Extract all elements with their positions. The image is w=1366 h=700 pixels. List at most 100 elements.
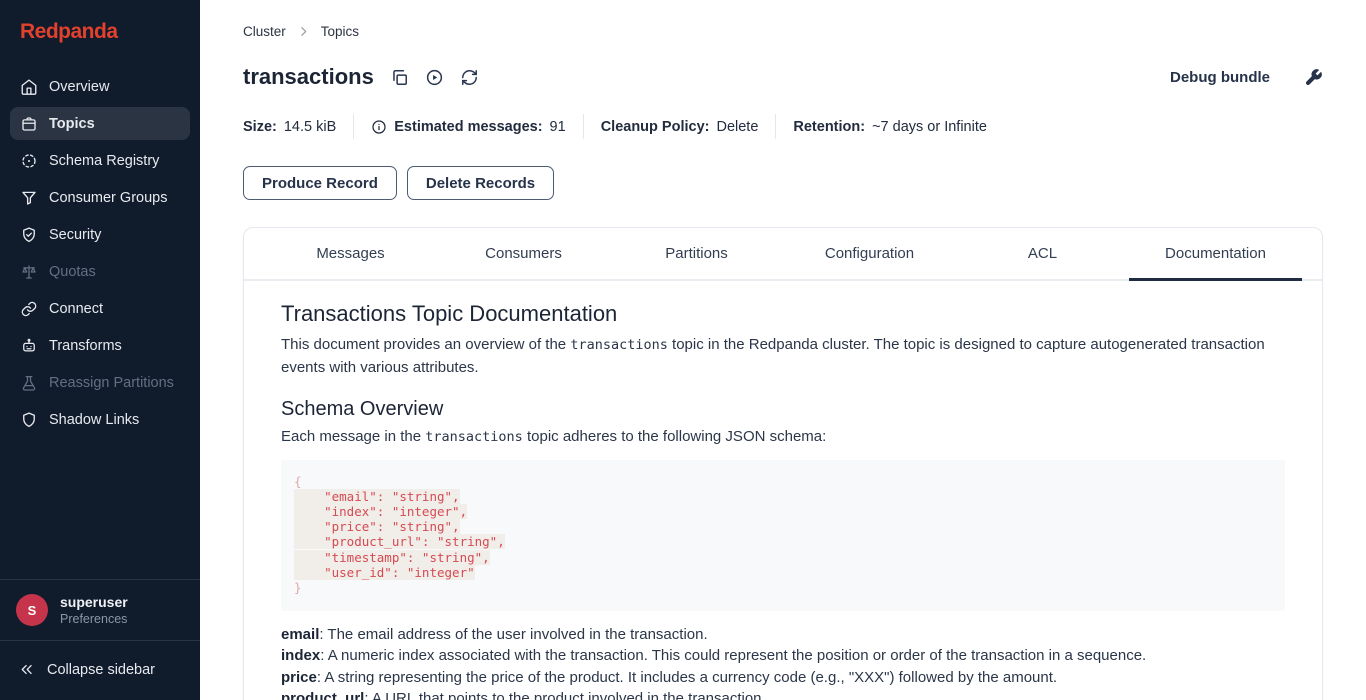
play-circle-icon [425, 68, 444, 87]
field-name: price [281, 669, 317, 686]
sidebar-item-reassign-partitions[interactable]: Reassign Partitions [10, 366, 190, 399]
funnel-icon [20, 189, 38, 207]
stat-value: Delete [716, 119, 758, 135]
tab-partitions[interactable]: Partitions [610, 228, 783, 281]
sidebar-item-connect[interactable]: Connect [10, 292, 190, 325]
code-line: "email": "string", [294, 489, 1272, 504]
topic-detail-card: Messages Consumers Partitions Configurat… [243, 227, 1323, 700]
sidebar-item-label: Shadow Links [49, 412, 139, 428]
sidebar-item-transforms[interactable]: Transforms [10, 329, 190, 362]
topic-stats-bar: Size: 14.5 kiB Estimated messages: 91 Cl… [243, 114, 1323, 139]
copy-topic-name-button[interactable] [390, 68, 409, 87]
avatar: S [16, 594, 48, 626]
code-line: "index": "integer", [294, 504, 1272, 519]
redpanda-logo: Redpanda [0, 0, 200, 70]
doc-intro-paragraph: This document provides an overview of th… [281, 334, 1285, 378]
code-line: } [294, 580, 1272, 595]
schema-intro-paragraph: Each message in the transactions topic a… [281, 426, 1285, 449]
code-line: "user_id": "integer" [294, 565, 1272, 580]
debug-bundle-wrench-button[interactable] [1304, 68, 1323, 87]
link-icon [20, 300, 38, 318]
main-content: Cluster Topics transactions Debug bundle [200, 0, 1366, 700]
stat-value: 14.5 kiB [284, 119, 336, 135]
preferences-link[interactable]: Preferences [60, 611, 128, 627]
sidebar-item-label: Transforms [49, 338, 122, 354]
actions-row: Produce Record Delete Records [243, 166, 1323, 200]
field-name: index [281, 647, 320, 664]
code-line: "timestamp": "string", [294, 550, 1272, 565]
stat-label: Cleanup Policy: [601, 119, 710, 135]
sidebar-item-quotas[interactable]: Quotas [10, 255, 190, 288]
stat-label: Estimated messages: [394, 119, 542, 135]
delete-records-button[interactable]: Delete Records [407, 166, 554, 200]
tab-messages[interactable]: Messages [264, 228, 437, 281]
sidebar-item-overview[interactable]: Overview [10, 70, 190, 103]
documentation-panel: Transactions Topic Documentation This do… [244, 281, 1322, 700]
stat-value: ~7 days or Infinite [872, 119, 987, 135]
produce-record-button[interactable]: Produce Record [243, 166, 397, 200]
stat-label: Size: [243, 119, 277, 135]
robot-icon [20, 337, 38, 355]
divider [775, 114, 776, 139]
flask-icon [20, 374, 38, 392]
double-chevron-left-icon [18, 661, 35, 678]
produce-quick-button[interactable] [425, 68, 444, 87]
breadcrumb-topics[interactable]: Topics [321, 24, 359, 39]
info-icon [371, 119, 387, 135]
sidebar-item-label: Overview [49, 79, 109, 95]
sidebar-item-shadow-links[interactable]: Shadow Links [10, 403, 190, 436]
refresh-button[interactable] [460, 68, 479, 87]
shield-check-icon [20, 226, 38, 244]
tab-configuration[interactable]: Configuration [783, 228, 956, 281]
chevron-right-icon [297, 25, 310, 38]
sidebar-item-label: Security [49, 227, 101, 243]
refresh-icon [460, 68, 479, 87]
field-desc: : A string representing the price of the… [317, 669, 1057, 686]
tab-documentation[interactable]: Documentation [1129, 228, 1302, 281]
tabbar: Messages Consumers Partitions Configurat… [244, 228, 1322, 281]
schema-registry-icon [20, 152, 38, 170]
inline-code: transactions [570, 337, 668, 353]
field-row: price: A string representing the price o… [281, 667, 1285, 688]
schema-intro-text: topic adheres to the following JSON sche… [523, 428, 827, 445]
app-root: Redpanda Overview Topics Schema Registry [0, 0, 1366, 700]
sidebar-item-consumer-groups[interactable]: Consumer Groups [10, 181, 190, 214]
sidebar-item-label: Consumer Groups [49, 190, 167, 206]
sidebar-item-label: Schema Registry [49, 153, 159, 169]
json-schema-code-block: { "email": "string", "index": "integer",… [281, 460, 1285, 612]
schema-intro-text: Each message in the [281, 428, 425, 445]
collapse-sidebar-button[interactable]: Collapse sidebar [0, 641, 200, 700]
collapse-sidebar-label: Collapse sidebar [47, 662, 155, 678]
sidebar: Redpanda Overview Topics Schema Registry [0, 0, 200, 700]
sidebar-item-label: Quotas [49, 264, 96, 280]
wrench-icon [1304, 68, 1323, 87]
breadcrumb-cluster[interactable]: Cluster [243, 24, 286, 39]
sidebar-item-label: Connect [49, 301, 103, 317]
field-desc: : A URL that points to the product invol… [364, 690, 765, 700]
tab-acl[interactable]: ACL [956, 228, 1129, 281]
field-row: product_url: A URL that points to the pr… [281, 688, 1285, 700]
sidebar-item-topics[interactable]: Topics [10, 107, 190, 140]
sidebar-item-label: Reassign Partitions [49, 375, 174, 391]
code-line: "price": "string", [294, 519, 1272, 534]
field-name: product_url [281, 690, 364, 700]
field-desc: : The email address of the user involved… [319, 626, 707, 643]
sidebar-nav: Overview Topics Schema Registry Consumer… [0, 70, 200, 436]
tab-consumers[interactable]: Consumers [437, 228, 610, 281]
divider [353, 114, 354, 139]
doc-title: Transactions Topic Documentation [281, 301, 1285, 327]
sidebar-item-security[interactable]: Security [10, 218, 190, 251]
breadcrumb: Cluster Topics [243, 24, 1323, 39]
debug-bundle-link[interactable]: Debug bundle [1170, 69, 1270, 86]
stat-cleanup-policy: Cleanup Policy: Delete [601, 119, 759, 135]
copy-icon [390, 68, 409, 87]
divider [583, 114, 584, 139]
doc-intro-text: This document provides an overview of th… [281, 336, 570, 353]
field-descriptions: email: The email address of the user inv… [281, 624, 1285, 700]
home-icon [20, 78, 38, 96]
field-row: email: The email address of the user inv… [281, 624, 1285, 645]
sidebar-bottom: S superuser Preferences Collapse sidebar [0, 579, 200, 700]
code-line: "product_url": "string", [294, 534, 1272, 549]
sidebar-item-schema-registry[interactable]: Schema Registry [10, 144, 190, 177]
user-profile[interactable]: S superuser Preferences [0, 580, 200, 640]
